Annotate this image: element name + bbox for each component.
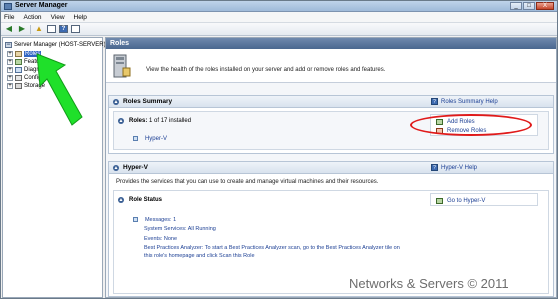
- server-manager-window: Server Manager _ □ X File Action View He…: [0, 0, 558, 299]
- server-roles-icon: [113, 54, 131, 78]
- help-icon: ?: [431, 98, 438, 105]
- expand-icon[interactable]: +: [7, 83, 13, 89]
- watermark-text: Networks & Servers © 2011: [349, 276, 509, 291]
- hyper-v-help-link[interactable]: ? Hyper-V Help: [431, 164, 477, 171]
- intro-text: View the health of the roles installed o…: [146, 67, 386, 73]
- expand-icon[interactable]: +: [7, 75, 13, 81]
- green-annotation-arrow: [36, 53, 83, 126]
- app-icon: [4, 3, 12, 10]
- role-status-actions: Go to Hyper-V: [430, 193, 538, 206]
- properties-icon[interactable]: [71, 25, 80, 33]
- roles-summary-help-link[interactable]: ? Roles Summary Help: [431, 98, 498, 105]
- events-status[interactable]: Events: None: [144, 236, 177, 242]
- forward-arrow-icon[interactable]: ▶: [17, 25, 27, 34]
- close-button[interactable]: X: [536, 2, 554, 10]
- back-arrow-icon[interactable]: ◀: [4, 25, 14, 34]
- role-status-title: Role Status: [129, 197, 163, 203]
- collapse-icon[interactable]: ▲: [118, 197, 124, 203]
- maximize-button[interactable]: □: [523, 2, 535, 10]
- collapse-icon[interactable]: ▲: [118, 118, 124, 124]
- menu-bar: File Action View Help: [1, 12, 557, 23]
- roles-summary-header[interactable]: ▲ Roles Summary ? Roles Summary Help: [109, 96, 553, 108]
- roles-count-line: Roles: 1 of 17 installed: [129, 118, 191, 124]
- go-to-hyper-v-label: Go to Hyper-V: [447, 197, 486, 204]
- roles-icon: [15, 51, 22, 57]
- server-manager-icon: [5, 42, 12, 48]
- roles-label: Roles:: [129, 118, 148, 124]
- roles-count: 1 of 17 installed: [149, 118, 192, 124]
- diagnostics-icon: [15, 67, 22, 73]
- roles-pane: Roles View the health of the roles insta…: [105, 37, 557, 298]
- menu-action[interactable]: Action: [23, 14, 41, 21]
- roles-summary-title: Roles Summary: [123, 98, 173, 105]
- go-to-hyper-v-link[interactable]: Go to Hyper-V: [436, 196, 537, 205]
- bpa-line-2: this role's homepage and click Scan this…: [144, 253, 255, 259]
- window-title: Server Manager: [15, 2, 68, 9]
- system-services-status[interactable]: System Services: All Running: [144, 226, 216, 232]
- expand-icon[interactable]: +: [7, 67, 13, 73]
- hyper-v-header[interactable]: ▲ Hyper-V ? Hyper-V Help: [109, 162, 553, 174]
- configuration-icon: [15, 75, 22, 81]
- toolbar: ◀ ▶ ▲ ?: [1, 23, 557, 36]
- window-controls: _ □ X: [510, 2, 554, 10]
- messages-link[interactable]: Messages: 1: [145, 217, 176, 223]
- collapse-icon[interactable]: ▲: [113, 99, 119, 105]
- features-icon: [15, 59, 22, 65]
- menu-view[interactable]: View: [51, 14, 65, 21]
- hyper-v-description: Provides the services that you can use t…: [116, 179, 379, 185]
- up-folder-icon[interactable]: ▲: [34, 25, 44, 34]
- roles-summary-help-label: Roles Summary Help: [441, 98, 498, 105]
- roles-intro: View the health of the roles installed o…: [106, 49, 556, 83]
- help-icon: ?: [431, 164, 438, 171]
- expand-icon[interactable]: +: [7, 59, 13, 65]
- installed-role-item[interactable]: Hyper-V: [133, 135, 167, 142]
- menu-help[interactable]: Help: [74, 14, 87, 21]
- minimize-button[interactable]: _: [510, 2, 522, 10]
- go-to-icon: [436, 197, 443, 204]
- messages-item[interactable]: Messages: 1: [133, 216, 176, 223]
- show-hide-tree-icon[interactable]: [47, 25, 56, 33]
- tree-root[interactable]: Server Manager (HOST-SERVER): [5, 41, 106, 49]
- bpa-line-1: Best Practices Analyzer: To start a Best…: [144, 245, 400, 251]
- collapse-icon[interactable]: ▲: [113, 165, 119, 171]
- hyper-v-title: Hyper-V: [123, 164, 148, 171]
- expand-icon[interactable]: +: [7, 51, 13, 57]
- hyper-v-role-link[interactable]: Hyper-V: [145, 136, 167, 142]
- pane-header: Roles: [106, 38, 556, 49]
- storage-icon: [15, 83, 22, 89]
- menu-file[interactable]: File: [4, 14, 14, 21]
- hyper-v-role-icon: [133, 135, 138, 141]
- hyper-v-help-label: Hyper-V Help: [441, 164, 478, 171]
- info-icon: [133, 216, 138, 222]
- help-icon[interactable]: ?: [59, 25, 68, 33]
- red-annotation-ellipse: [410, 114, 532, 136]
- tree-root-label: Server Manager (HOST-SERVER): [14, 42, 106, 48]
- title-bar[interactable]: Server Manager _ □ X: [1, 1, 557, 12]
- toolbar-separator: [30, 24, 31, 34]
